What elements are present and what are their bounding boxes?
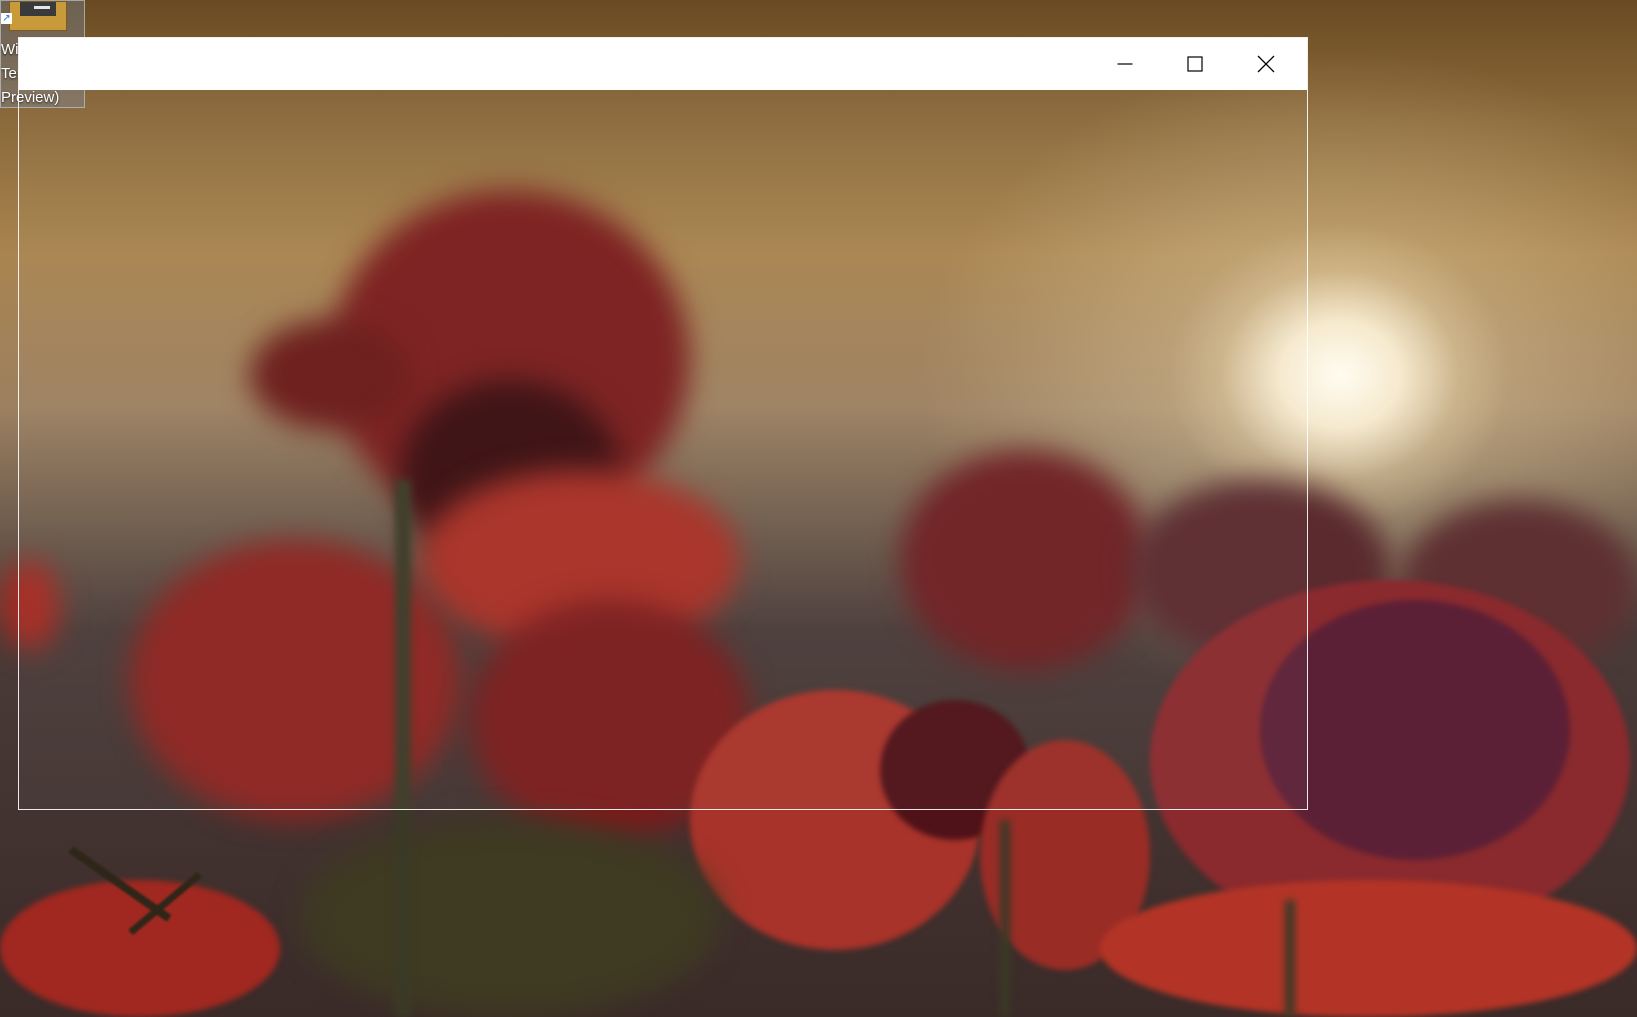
maximize-button[interactable] <box>1160 38 1230 90</box>
title-bar[interactable] <box>19 38 1307 90</box>
window-client-area[interactable] <box>19 90 1307 809</box>
close-button[interactable] <box>1231 38 1301 90</box>
app-window[interactable] <box>18 37 1308 810</box>
shortcut-arrow-icon: ↗ <box>1 13 12 24</box>
desktop: ↗ Wi Ter Preview) <box>0 0 1637 1017</box>
minimize-button[interactable] <box>1090 38 1160 90</box>
icon-label-line-1: Wi <box>1 41 19 58</box>
minimize-icon <box>1117 63 1133 65</box>
close-icon <box>1257 55 1275 73</box>
maximize-icon <box>1187 56 1203 72</box>
terminal-app-icon <box>9 1 67 31</box>
